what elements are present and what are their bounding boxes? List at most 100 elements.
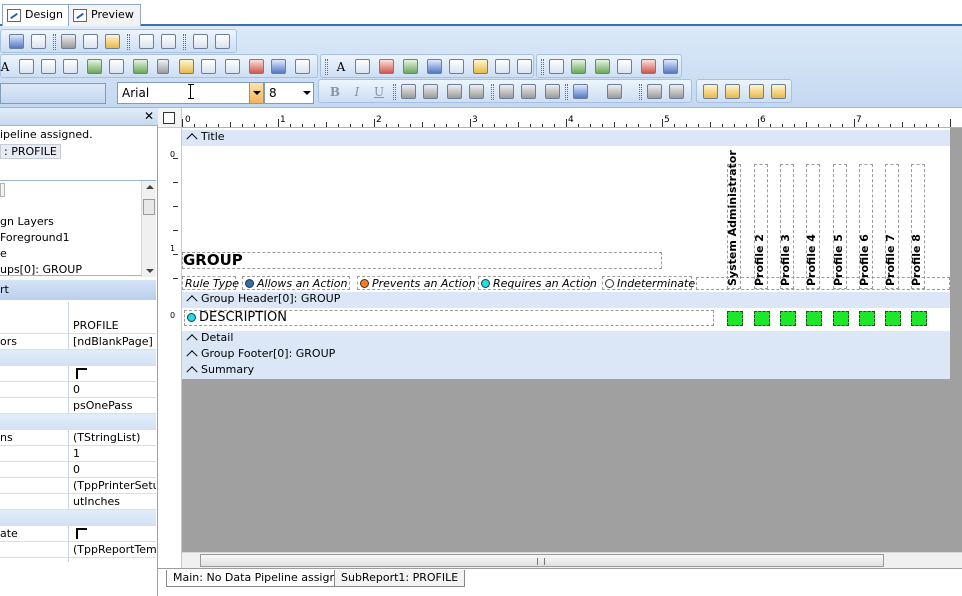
sysvar-tool-icon[interactable] [63,59,78,74]
print-icon[interactable] [9,34,24,49]
cut-icon[interactable] [61,34,76,49]
description-field[interactable]: DESCRIPTION [184,310,714,326]
collapse-caret-icon[interactable] [186,133,198,145]
column-header[interactable]: Profile 7 [884,164,899,289]
property-value[interactable]: 1 [73,447,156,460]
align-left-icon[interactable] [139,34,154,49]
permission-cell[interactable] [885,311,901,326]
scroll-down-icon[interactable] [146,269,154,273]
dbrecord-tool-icon[interactable] [517,59,532,74]
property-value[interactable]: 0 [73,383,156,396]
valign-bottom-icon[interactable] [545,84,560,99]
legend-indeterminate[interactable]: Indeterminate [602,276,695,290]
dbtext-tool-icon[interactable]: A [333,59,349,75]
column-header[interactable]: Profile 4 [805,164,820,289]
grid-icon[interactable] [663,59,678,74]
justify-right-icon[interactable] [447,84,462,99]
scroll-thumb[interactable] [143,199,155,215]
legend-allows[interactable]: Allows an Action [242,276,350,290]
property-row[interactable]: 0 [0,462,156,478]
column-header[interactable]: Profile 6 [858,164,873,289]
column-header[interactable]: Profile 8 [910,164,925,289]
title-band[interactable]: Title [182,130,950,146]
column-header[interactable]: Profile 3 [779,164,794,289]
scroll-thumb[interactable] [200,554,884,567]
permission-cell[interactable] [833,311,849,326]
paste-icon[interactable] [105,34,120,49]
property-row[interactable]: PROFILE [0,318,156,334]
scroll-up-icon[interactable] [146,185,154,189]
legend-requires[interactable]: Requires an Action [478,276,597,290]
permission-cell[interactable] [727,311,743,326]
subreport-tool-icon[interactable] [249,59,264,74]
chevron-down-icon[interactable] [300,83,313,103]
send-back-icon[interactable] [215,34,230,49]
tab-main[interactable]: Main: No Data Pipeline assigned. [166,570,361,587]
property-row[interactable] [0,366,156,382]
anchor-icon[interactable] [647,84,662,99]
column-header[interactable]: Profile 5 [832,164,847,289]
pagebreak-tool-icon[interactable] [295,59,310,74]
bring-forward-icon[interactable] [703,84,718,99]
shape-tool-icon[interactable] [133,59,148,74]
collapse-caret-icon[interactable] [186,350,198,362]
column-header[interactable]: System Administrator [726,150,741,289]
collapse-caret-icon[interactable] [186,295,198,307]
property-value[interactable]: 0 [73,463,156,476]
property-value[interactable]: psOnePass [73,399,156,412]
font-color-icon[interactable] [573,84,588,99]
property-row[interactable]: psOnePass [0,398,156,414]
rule-type-label[interactable]: Rule Type [182,276,239,290]
permission-cell[interactable] [754,311,770,326]
paint-icon[interactable] [641,59,656,74]
collapse-caret-icon[interactable] [186,366,198,378]
grid-toggle-icon[interactable] [163,112,175,124]
justify-center-icon[interactable] [423,84,438,99]
property-row[interactable]: ns (TStringList) [0,430,156,446]
property-row[interactable]: ors [ndBlankPage] [0,334,156,350]
horizontal-scrollbar[interactable] [182,552,962,568]
form-icon[interactable] [617,59,632,74]
property-value[interactable]: (TppPrinterSetup) [73,479,156,492]
tree-button[interactable] [0,183,5,197]
collapse-caret-icon[interactable] [186,334,198,346]
dbcheckbox-tool-icon[interactable] [495,59,510,74]
permission-cell[interactable] [859,311,875,326]
property-value[interactable]: (TStringList) [73,431,156,444]
property-row[interactable]: (TppPrinterSetup) [0,478,156,494]
dbmemo-tool-icon[interactable] [355,59,370,74]
label-tool-icon[interactable]: A [0,59,13,75]
region-tool-icon[interactable] [225,59,240,74]
border-icon[interactable] [669,84,684,99]
property-value[interactable]: utInches [73,495,156,508]
detail-band[interactable]: Detail [182,331,950,347]
property-value[interactable]: (TppReportTempl [73,543,156,556]
close-icon[interactable]: ✕ [142,109,156,123]
crosstab-tool-icon[interactable] [271,59,286,74]
property-value[interactable]: [ndBlankPage] [73,335,156,348]
property-row[interactable]: 0 [0,382,156,398]
send-backward-icon[interactable] [725,84,740,99]
tree-scrollbar[interactable] [141,181,156,277]
dbcalc-tool-icon[interactable] [403,59,418,74]
justify-left-icon[interactable] [401,84,416,99]
summary-band[interactable]: Summary [182,363,950,379]
justify-full-icon[interactable] [469,84,484,99]
checkbox[interactable] [76,368,87,379]
permission-cell[interactable] [806,311,822,326]
tab-subreport1[interactable]: SubReport1: PROFILE [334,570,466,587]
tab-preview[interactable]: Preview [68,4,141,26]
back-icon[interactable] [771,84,786,99]
property-row[interactable]: 1 [0,446,156,462]
memo-tool-icon[interactable] [19,59,34,74]
font-size-combo[interactable]: 8 [264,82,314,104]
variable-tool-icon[interactable] [87,59,102,74]
line-tool-icon[interactable] [157,59,169,74]
italic-button[interactable]: I [349,84,365,100]
permission-cell[interactable] [911,311,927,326]
valign-middle-icon[interactable] [521,84,536,99]
field-list-icon[interactable] [549,59,564,74]
bold-button[interactable]: B [327,84,343,100]
chevron-down-icon[interactable] [249,83,263,103]
underline-button[interactable]: U [371,84,387,100]
